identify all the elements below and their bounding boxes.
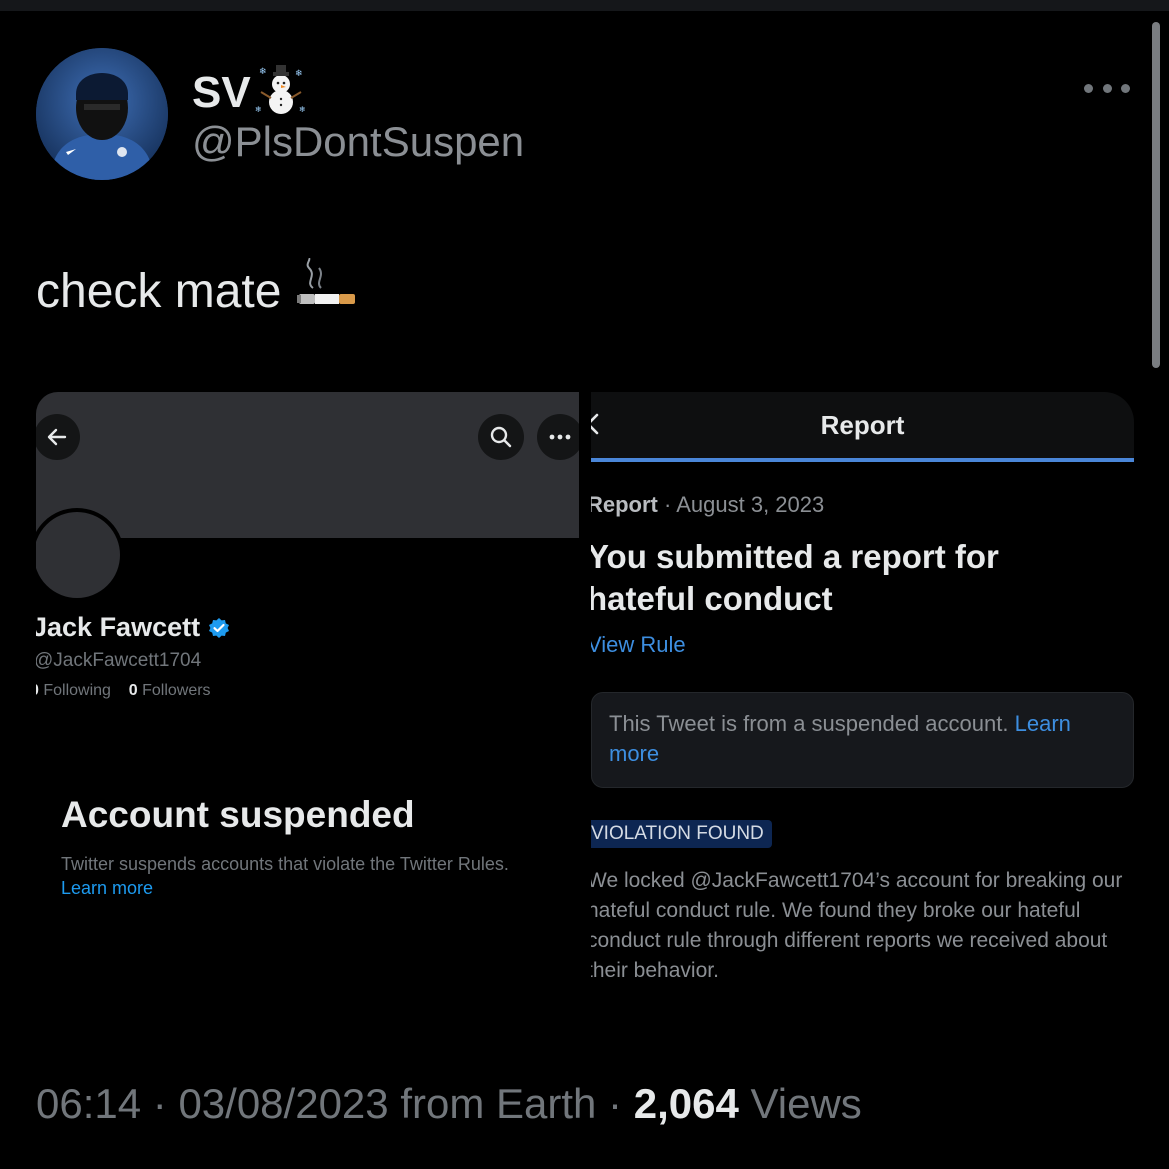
profile-name: Jack Fawcett <box>36 612 230 643</box>
following-label: Following <box>43 682 111 699</box>
followers-stat[interactable]: 0 Followers <box>129 682 211 699</box>
profile-more-button[interactable] <box>537 414 579 460</box>
profile-avatar[interactable] <box>36 508 124 602</box>
top-bar <box>0 0 1169 11</box>
suspended-title: Account suspended <box>61 794 415 835</box>
profile-handle: @JackFawcett1704 <box>36 650 202 671</box>
violation-badge: VIOLATION FOUND <box>591 820 772 848</box>
tweet-location: from Earth <box>400 1080 597 1127</box>
cigarette-icon <box>295 257 357 323</box>
dot-icon <box>1084 83 1093 93</box>
tweet-footer: 06:14 · 03/08/2023 from Earth · 2,064 Vi… <box>36 1080 862 1127</box>
followers-count: 0 <box>128 682 138 699</box>
ellipsis-icon <box>549 434 571 440</box>
search-button[interactable] <box>478 414 524 460</box>
views-count: 2,064 <box>633 1080 739 1127</box>
tweet-text: check mate <box>36 257 357 327</box>
profile-name-text: Jack Fawcett <box>36 612 201 642</box>
tweet-text-content: check mate <box>36 265 282 319</box>
tweet-date[interactable]: 03/08/2023 <box>178 1080 388 1127</box>
report-meta: Report · August 3, 2023 <box>591 492 824 518</box>
report-title: Report <box>820 410 905 440</box>
svg-text:❄: ❄ <box>295 69 303 79</box>
following-stat[interactable]: 0 Following <box>36 682 111 699</box>
suspended-profile-screenshot: Jack Fawcett @JackFawcett1704 0 Followin… <box>36 392 579 1002</box>
verified-badge-icon <box>209 617 230 638</box>
display-name-text: SV <box>192 68 251 118</box>
views-label: Views <box>750 1080 862 1127</box>
report-meta-label: Report <box>591 492 658 517</box>
header-divider <box>591 458 1134 462</box>
suspended-text: Twitter suspends accounts that violate t… <box>61 852 521 900</box>
notice-text: This Tweet is from a suspended account. … <box>609 709 1109 769</box>
suspended-text-content: Twitter suspends accounts that violate t… <box>61 854 509 874</box>
scrollbar[interactable] <box>1152 22 1160 368</box>
learn-more-link[interactable]: Learn more <box>61 878 153 898</box>
search-icon <box>490 426 512 448</box>
tweet-time[interactable]: 06:14 <box>36 1080 141 1127</box>
back-arrow-icon <box>47 428 67 446</box>
report-headline: You submitted a report for hateful condu… <box>591 538 999 617</box>
svg-text:❄: ❄ <box>255 105 262 114</box>
more-options-button[interactable] <box>1084 78 1130 98</box>
dot-icon <box>1102 83 1112 93</box>
dot-icon <box>1121 83 1130 93</box>
violation-text: We locked @JackFawcett1704’s account for… <box>591 869 1123 982</box>
report-screenshot: Report Report · August 3, 2023 You submi… <box>591 392 1134 1002</box>
profile-stats: 0 Following 0 Followers <box>36 682 211 700</box>
followers-label: Followers <box>142 682 211 699</box>
view-rule-link[interactable]: View Rule <box>591 632 686 658</box>
back-button[interactable] <box>36 414 80 460</box>
user-handle[interactable]: @PlsDontSuspen <box>192 118 524 166</box>
report-date: · August 3, 2023 <box>664 492 825 517</box>
suspended-tweet-notice: This Tweet is from a suspended account. … <box>591 692 1134 788</box>
svg-text:❄: ❄ <box>259 67 267 77</box>
notice-text-content: This Tweet is from a suspended account. <box>609 711 1009 736</box>
report-header: Report <box>591 392 1134 458</box>
following-count: 0 <box>36 682 39 699</box>
avatar[interactable] <box>36 48 168 180</box>
svg-text:❄: ❄ <box>299 105 306 114</box>
